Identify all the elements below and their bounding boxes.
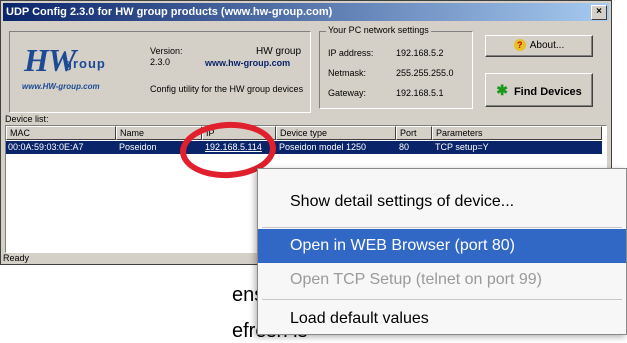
cell-parameters: TCP setup=Y bbox=[435, 142, 489, 152]
status-bar: Ready bbox=[3, 253, 30, 263]
ip-label: IP address: bbox=[328, 48, 374, 58]
cell-name: Poseidon bbox=[119, 142, 157, 152]
menu-separator bbox=[262, 299, 622, 300]
description-text: Config utility for the HW group devices bbox=[150, 84, 304, 94]
title-bar: UDP Config 2.3.0 for HW group products (… bbox=[3, 3, 609, 21]
column-header-device-type[interactable]: Device type bbox=[276, 126, 396, 140]
cell-device-type: Poseidon model 1250 bbox=[279, 142, 367, 152]
column-header-mac[interactable]: MAC bbox=[6, 126, 116, 140]
menu-item-show-details[interactable]: Show detail settings of device... bbox=[258, 185, 626, 219]
network-settings-group: Your PC network settings IP address: 192… bbox=[319, 25, 473, 109]
table-row[interactable]: 00:0A:59:03:0E:A7 Poseidon 192.168.5.114… bbox=[6, 141, 602, 154]
company-url[interactable]: www.hw-group.com bbox=[205, 58, 290, 68]
gateway-label: Gateway: bbox=[328, 88, 367, 98]
logo-url: www.HW-group.com bbox=[22, 82, 100, 91]
find-devices-label: Find Devices bbox=[513, 86, 582, 98]
company-name: HW group bbox=[256, 46, 302, 57]
ip-value: 192.168.5.2 bbox=[396, 48, 444, 58]
version-value: 2.3.0 bbox=[150, 57, 171, 67]
person-icon: ✱ bbox=[496, 82, 508, 98]
find-devices-button[interactable]: ✱ Find Devices bbox=[485, 73, 593, 107]
about-label: About... bbox=[529, 40, 565, 51]
menu-separator bbox=[262, 227, 622, 228]
menu-item-open-web-browser[interactable]: Open in WEB Browser (port 80) bbox=[258, 229, 626, 263]
cell-port: 80 bbox=[399, 142, 410, 152]
close-button[interactable]: × bbox=[591, 5, 607, 20]
context-menu: Show detail settings of device... Open i… bbox=[257, 168, 627, 335]
netmask-value: 255.255.255.0 bbox=[396, 68, 454, 78]
version-label: Version: bbox=[150, 46, 183, 56]
logo-group-text: group bbox=[64, 56, 106, 71]
device-list-label: Device list: bbox=[5, 114, 49, 124]
column-header-port[interactable]: Port bbox=[396, 126, 432, 140]
menu-item-load-defaults[interactable]: Load default values bbox=[258, 302, 626, 336]
netmask-label: Netmask: bbox=[328, 68, 367, 78]
menu-item-open-tcp-setup: Open TCP Setup (telnet on port 99) bbox=[290, 271, 543, 288]
help-icon: ? bbox=[513, 39, 526, 51]
column-header-parameters[interactable]: Parameters bbox=[432, 126, 602, 140]
window-title: UDP Config 2.3.0 for HW group products (… bbox=[6, 6, 333, 18]
about-button[interactable]: ? About... bbox=[485, 35, 593, 57]
cell-mac: 00:0A:59:03:0E:A7 bbox=[8, 142, 84, 152]
info-panel: HW group www.HW-group.com Version: 2.3.0… bbox=[9, 31, 311, 113]
gateway-value: 192.168.5.1 bbox=[396, 88, 444, 98]
network-legend: Your PC network settings bbox=[326, 25, 431, 35]
hw-group-logo: HW group www.HW-group.com bbox=[20, 40, 140, 94]
